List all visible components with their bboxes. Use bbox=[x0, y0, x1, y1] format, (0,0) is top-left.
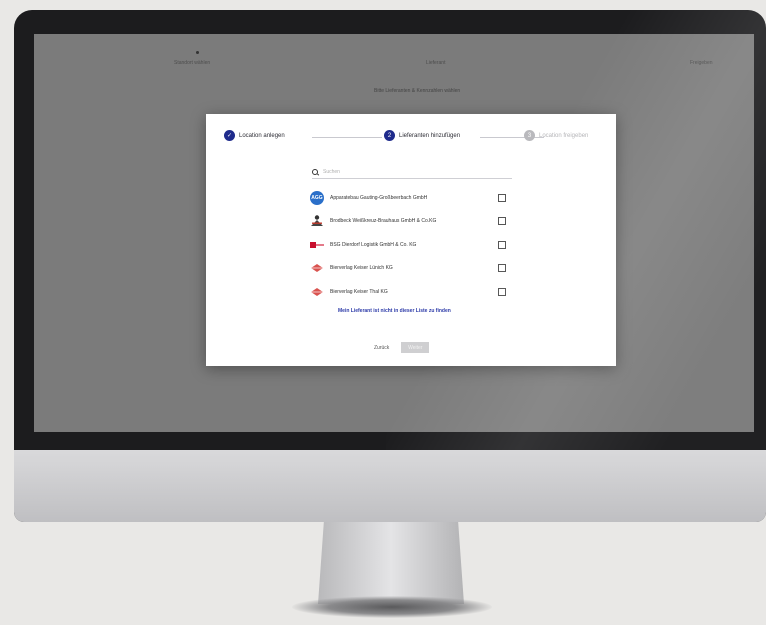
step-dot-icon bbox=[196, 51, 199, 54]
background-step-label: Standort wählen bbox=[174, 60, 211, 66]
supplier-name: Bierverlag Keiser Thal KG bbox=[330, 288, 388, 295]
supplier-not-found-link[interactable]: Mein Lieferant ist nicht in dieser Liste… bbox=[338, 308, 451, 314]
monitor-frame: Standort wählen Lieferant Freigeben Bitt… bbox=[14, 10, 766, 522]
step-label: Location freigeben bbox=[539, 132, 589, 139]
search-icon bbox=[312, 168, 319, 176]
background-stepper: Standort wählen Lieferant Freigeben bbox=[34, 51, 754, 72]
supplier-search bbox=[312, 166, 512, 179]
check-circle-icon: ✓ bbox=[224, 130, 235, 141]
step-label: Location anlegen bbox=[239, 132, 285, 139]
diamond-logo-icon bbox=[310, 285, 324, 299]
supplier-name: Bierverlag Keiser Lünich KG bbox=[330, 265, 393, 272]
dialog-footer: Zurück Weiter bbox=[374, 342, 430, 353]
background-subtitle: Bitte Lieferanten & Kennzahlen wählen bbox=[374, 88, 461, 94]
step-number-badge: 3 bbox=[524, 130, 535, 141]
step-number-badge: 2 bbox=[384, 130, 395, 141]
supplier-checkbox[interactable] bbox=[498, 287, 506, 296]
supplier-row[interactable]: Brodbeck Weißkreuz-Brauhaus GmbH & Co.KG bbox=[310, 210, 510, 234]
step-location-freigeben: 3 Location freigeben bbox=[524, 130, 588, 141]
dialog-stepper: ✓ Location anlegen 2 Lieferanten hinzufü… bbox=[224, 130, 598, 146]
supplier-name: Apparatebau Gauting-Großbeerbach GmbH bbox=[330, 194, 428, 201]
supplier-checkbox[interactable] bbox=[498, 217, 506, 226]
person-logo-icon bbox=[310, 214, 324, 228]
supplier-row[interactable]: Bierverlag Keiser Lünich KG bbox=[310, 257, 510, 281]
diamond-logo-icon bbox=[310, 261, 324, 275]
supplier-checkbox[interactable] bbox=[498, 193, 506, 202]
supplier-row[interactable]: BSG Dierdorf Logistik GmbH & Co. KG bbox=[310, 233, 510, 257]
screen: Standort wählen Lieferant Freigeben Bitt… bbox=[34, 34, 754, 432]
background-step-2: Lieferant bbox=[426, 60, 445, 66]
background-step-3: Freigeben bbox=[690, 60, 713, 66]
background-step-1: Standort wählen bbox=[174, 51, 211, 66]
background-step-label: Lieferant bbox=[426, 60, 446, 66]
step-label: Lieferanten hinzufügen bbox=[399, 132, 461, 139]
supplier-checkbox[interactable] bbox=[498, 264, 506, 273]
supplier-row[interactable]: Bierverlag Keiser Thal KG bbox=[310, 280, 510, 304]
stepper-connector bbox=[312, 137, 382, 138]
monitor-chin bbox=[14, 450, 766, 522]
supplier-list: AGG Apparatebau Gauting-Großbeerbach Gmb… bbox=[310, 186, 510, 304]
monitor-stand-base bbox=[292, 596, 492, 618]
supplier-checkbox[interactable] bbox=[498, 240, 506, 249]
back-button[interactable]: Zurück bbox=[374, 345, 389, 351]
next-button[interactable]: Weiter bbox=[401, 342, 430, 353]
supplier-name: Brodbeck Weißkreuz-Brauhaus GmbH & Co.KG bbox=[330, 218, 437, 225]
add-supplier-dialog: ✓ Location anlegen 2 Lieferanten hinzufü… bbox=[206, 114, 616, 366]
step-lieferanten-hinzufuegen[interactable]: 2 Lieferanten hinzufügen bbox=[384, 130, 460, 141]
bar-logo-icon bbox=[310, 238, 324, 252]
supplier-name: BSG Dierdorf Logistik GmbH & Co. KG bbox=[330, 241, 417, 248]
background-step-label: Freigeben bbox=[690, 60, 713, 66]
step-location-anlegen[interactable]: ✓ Location anlegen bbox=[224, 130, 285, 141]
supplier-row[interactable]: AGG Apparatebau Gauting-Großbeerbach Gmb… bbox=[310, 186, 510, 210]
supplier-logo-icon: AGG bbox=[310, 190, 324, 205]
monitor-stand bbox=[318, 522, 464, 604]
search-input[interactable] bbox=[323, 169, 503, 175]
